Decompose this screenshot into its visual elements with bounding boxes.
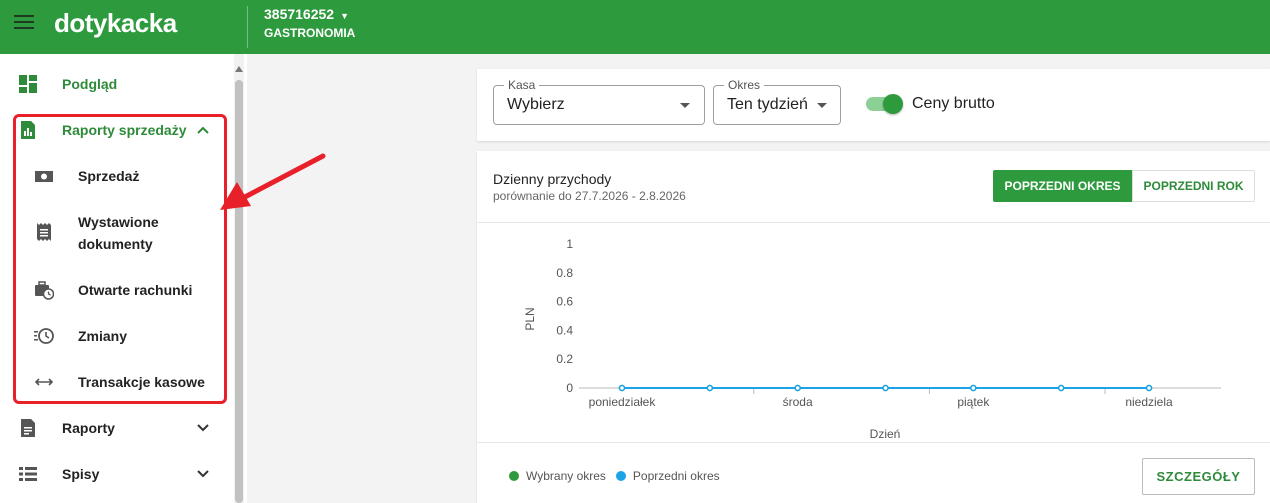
chart-legend: Wybrany okres Poprzedni okres [509, 469, 730, 483]
series-point[interactable] [706, 384, 714, 392]
panel-title: Dzienny przychody [493, 171, 612, 187]
previous-year-button[interactable]: POPRZEDNI ROK [1132, 170, 1255, 202]
card-divider [477, 442, 1270, 443]
revenue-card: Dzienny przychody porównanie do 27.7.202… [477, 151, 1270, 503]
details-button[interactable]: SZCZEGÓŁY [1142, 458, 1255, 495]
top-bar: dotykacka 385716252 ▼ GASTRONOMIA [0, 0, 1270, 54]
scroll-up-arrow-icon[interactable] [235, 66, 243, 72]
previous-period-button[interactable]: POPRZEDNI OKRES [993, 170, 1132, 202]
revenue-line-chart: 0 0.2 0.4 0.6 0.8 1 poniedziałek środa piątek ni… [523, 237, 1221, 441]
series-point[interactable] [970, 384, 977, 392]
document-icon [21, 419, 35, 437]
account-switcher[interactable]: 385716252 ▼ GASTRONOMIA [264, 6, 355, 40]
okres-select-label: Okres [724, 78, 765, 92]
series-point[interactable] [882, 384, 889, 392]
caret-down-icon [817, 103, 827, 108]
sidebar-item-raporty[interactable]: Raporty [0, 416, 230, 440]
kasa-select-value: Wybierz [507, 96, 565, 113]
sidebar-item-spisy[interactable]: Spisy [0, 462, 230, 486]
caret-down-icon: ▼ [340, 11, 349, 21]
y-tick-label: 1 [566, 237, 573, 251]
x-tick-label: środa [783, 395, 813, 409]
sidebar-item-label: Raporty [62, 420, 115, 436]
top-divider [247, 6, 248, 48]
legend-dot [615, 471, 626, 481]
legend-item-previous[interactable]: Poprzedni okres [615, 469, 720, 483]
series-point[interactable] [794, 384, 801, 392]
account-id: 385716252 [264, 6, 335, 22]
kasa-select[interactable]: Kasa Wybierz [493, 78, 705, 125]
y-tick-label: 0 [566, 381, 573, 395]
legend-item-selected[interactable]: Wybrany okres [509, 469, 606, 483]
sidebar-item-podglad[interactable]: Podgląd [0, 72, 230, 96]
kasa-select-label: Kasa [504, 78, 540, 92]
highlight-box [13, 114, 227, 404]
toggle-knob[interactable] [883, 94, 903, 114]
sidebar-item-label: Podgląd [62, 76, 118, 92]
menu-icon[interactable] [14, 15, 34, 29]
y-tick-label: 0.6 [556, 295, 573, 309]
list-icon [19, 467, 37, 481]
series-point[interactable] [1057, 384, 1065, 392]
legend-dot [509, 471, 519, 481]
y-tick-label: 0.8 [556, 266, 573, 280]
account-type: GASTRONOMIA [264, 26, 356, 40]
scrollbar-thumb[interactable] [235, 80, 243, 503]
legend-label: Wybrany okres [526, 469, 606, 483]
legend-label: Poprzedni okres [632, 469, 720, 483]
okres-select-value: Ten tydzień [727, 96, 808, 113]
x-tick-label: poniedziałek [589, 395, 657, 409]
y-axis-label: PLN [523, 307, 537, 330]
chevron-down-icon [197, 424, 209, 432]
x-axis-label: Dzień [870, 427, 901, 441]
red-arrow-annotation [220, 153, 326, 210]
filter-card: Kasa Wybierz Okres Ten tydzień Ceny brut… [477, 69, 1270, 141]
ceny-brutto-label: Ceny brutto [912, 95, 995, 112]
chevron-down-icon [197, 470, 209, 478]
series-point[interactable] [618, 384, 626, 392]
dashboard-icon [19, 75, 37, 93]
app-logo[interactable]: dotykacka [54, 8, 177, 39]
okres-select[interactable]: Okres Ten tydzień [713, 78, 841, 125]
sidebar-item-label: Spisy [62, 466, 100, 482]
comparison-toggle-group: POPRZEDNI OKRES POPRZEDNI ROK [993, 170, 1255, 202]
x-tick-label: piątek [957, 395, 990, 409]
caret-down-icon [680, 103, 690, 108]
sidebar: Podgląd Raporty sprzedaży Sprzedaż Wysta… [0, 54, 247, 503]
panel-subtitle: porównanie do 27.7.2026 - 2.8.2026 [493, 189, 686, 203]
y-tick-label: 0.4 [556, 323, 573, 337]
y-tick-label: 0.2 [556, 352, 573, 366]
x-tick-label: niedziela [1125, 395, 1173, 409]
series-point[interactable] [1145, 384, 1153, 392]
